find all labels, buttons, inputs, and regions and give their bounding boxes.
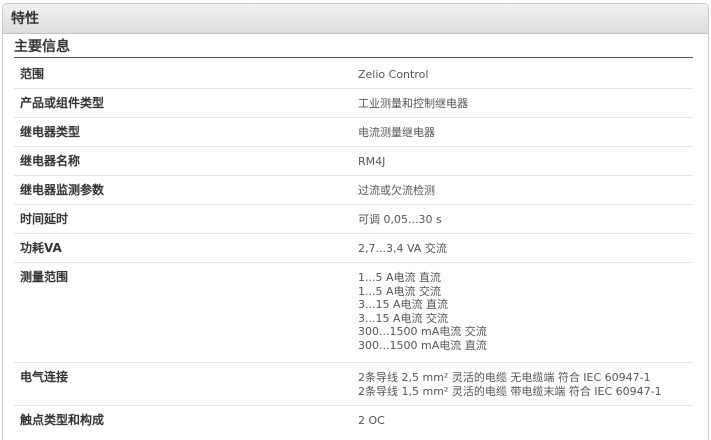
section-divider — [14, 57, 693, 58]
row-label: 继电器名称 — [20, 154, 81, 168]
row-label: 继电器监测参数 — [20, 183, 105, 197]
table-row: 触点类型和构成 2 OC — [14, 406, 693, 435]
row-value: RM4J — [358, 155, 386, 168]
row-value: 电流测量继电器 — [358, 126, 435, 139]
row-label: 功耗VA — [20, 241, 62, 255]
table-row: 继电器类型 电流测量继电器 — [14, 118, 693, 147]
row-label: 触点类型和构成 — [20, 413, 105, 427]
table-row: 继电器名称 RM4J — [14, 147, 693, 176]
row-label: 时间延时 — [20, 212, 69, 226]
table-row: 测量范围 1...5 A电流 直流 1...5 A电流 交流 3...15 A电… — [14, 263, 693, 363]
row-label: 产品或组件类型 — [20, 96, 105, 110]
table-row: 时间延时 可调 0,05...30 s — [14, 205, 693, 234]
row-value: 1...5 A电流 直流 — [358, 271, 442, 284]
table-row: 继电器监测参数 过流或欠流检测 — [14, 176, 693, 205]
row-value: 2,7...3,4 VA 交流 — [358, 242, 447, 255]
row-label: 范围 — [20, 67, 45, 81]
table-row: 功耗VA 2,7...3,4 VA 交流 — [14, 234, 693, 263]
row-value: 3...15 A电流 直流 — [358, 298, 449, 312]
row-value: 过流或欠流检测 — [358, 184, 435, 197]
row-value: 工业测量和控制继电器 — [358, 97, 468, 110]
spec-table: 范围 Zelio Control 产品或组件类型 工业测量和控制继电器 继电器类… — [14, 60, 693, 435]
row-value: 2条导线 2,5 mm² 灵活的电缆 无电缆端 符合 IEC 60947-1 — [358, 371, 651, 384]
panel-header: 特性 — [3, 4, 708, 34]
table-row: 产品或组件类型 工业测量和控制继电器 — [14, 89, 693, 118]
row-value: 可调 0,05...30 s — [358, 213, 442, 226]
table-row: 电气连接 2条导线 2,5 mm² 灵活的电缆 无电缆端 符合 IEC 6094… — [14, 363, 693, 406]
row-value: Zelio Control — [358, 68, 429, 81]
row-value: 2条导线 1,5 mm² 灵活的电缆 带电缆末端 符合 IEC 60947-1 — [358, 384, 662, 398]
row-label: 电气连接 — [20, 370, 69, 384]
row-value: 300...1500 mA电流 直流 — [358, 338, 487, 352]
row-label: 继电器类型 — [20, 125, 81, 139]
section-title: 主要信息 — [14, 39, 70, 55]
row-value: 1...5 A电流 交流 — [358, 284, 442, 298]
row-value: 2 OC — [358, 414, 385, 427]
row-value: 3...15 A电流 交流 — [358, 311, 449, 325]
row-label: 测量范围 — [20, 270, 69, 284]
row-value: 300...1500 mA电流 交流 — [358, 325, 487, 339]
table-row: 范围 Zelio Control — [14, 60, 693, 89]
